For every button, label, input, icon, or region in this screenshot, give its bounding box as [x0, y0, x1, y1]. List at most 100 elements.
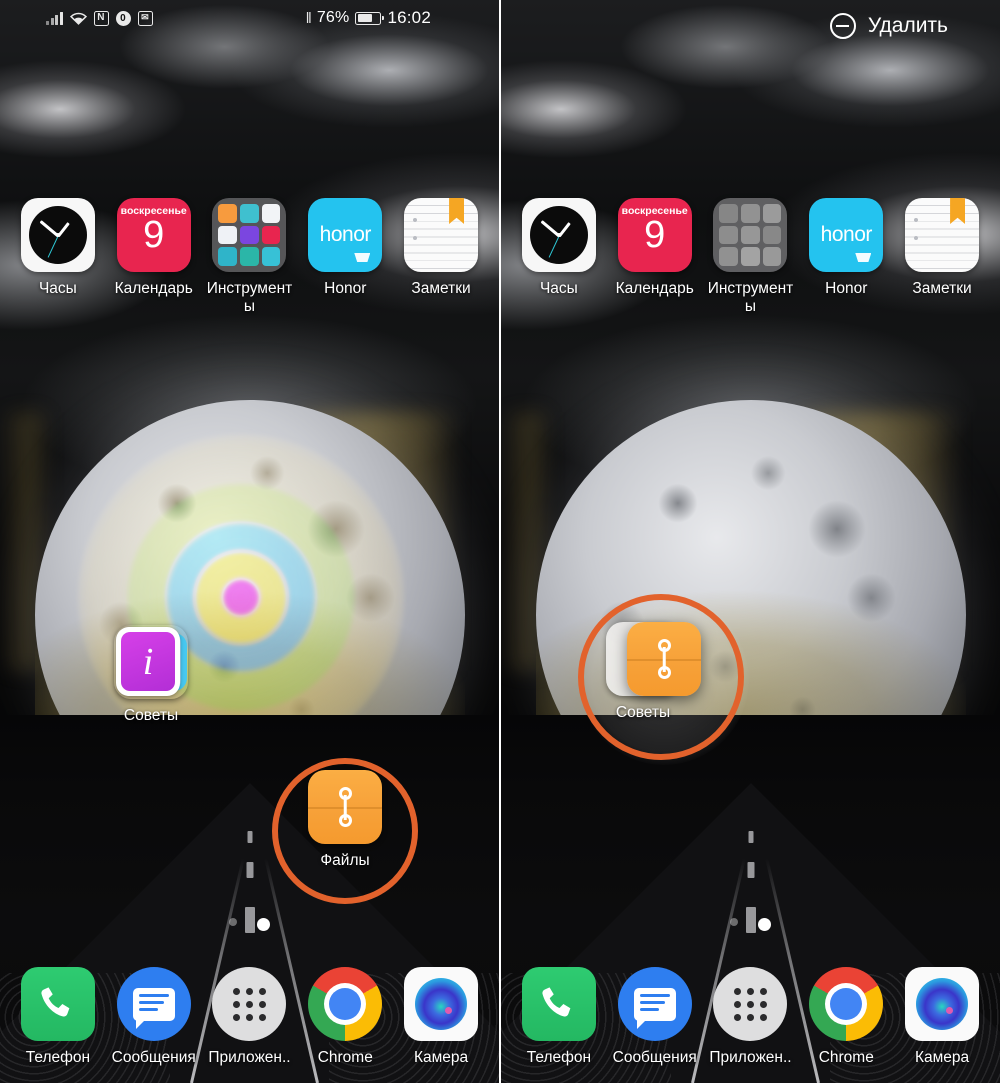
- page-dot[interactable]: [229, 918, 237, 926]
- app-notes[interactable]: Заметки: [398, 198, 484, 316]
- dock-app-drawer[interactable]: Приложен..: [707, 967, 793, 1067]
- app-tips[interactable]: i Советы: [108, 625, 194, 725]
- app-label: Камера: [914, 1049, 970, 1066]
- app-label: Приложен..: [208, 1049, 291, 1066]
- app-label: Календарь: [114, 280, 193, 297]
- notes-icon: [905, 198, 980, 272]
- folder-mini-icon: [240, 204, 259, 223]
- dock-app-phone[interactable]: Телефон: [516, 967, 602, 1067]
- security-icon: 0: [115, 10, 131, 26]
- home-app-row-right: Часы воскресенье 9 Календарь Инструменты…: [501, 198, 1000, 316]
- page-dot-active[interactable]: [257, 918, 270, 931]
- dock-app-messages[interactable]: Сообщения: [111, 967, 197, 1067]
- remove-button-label[interactable]: Удалить: [868, 14, 948, 38]
- folder-mini-icon: [240, 247, 259, 266]
- honor-icon: honor: [308, 198, 383, 272]
- app-label: Часы: [539, 280, 578, 297]
- tips-icon: i: [114, 625, 188, 699]
- calendar-icon: воскресенье 9: [116, 198, 191, 272]
- camera-icon: [404, 967, 479, 1041]
- dragged-files-icon-wrap[interactable]: [621, 622, 707, 696]
- dock-app-phone[interactable]: Телефон: [15, 967, 101, 1067]
- phone-icon: [521, 967, 596, 1041]
- app-label: Honor: [825, 280, 868, 297]
- app-label: Заметки: [411, 280, 471, 297]
- calendar-day-number: 9: [644, 214, 666, 256]
- folder-mini-icon: [719, 247, 739, 266]
- honor-icon: honor: [809, 198, 884, 272]
- page-dot[interactable]: [730, 918, 738, 926]
- app-honor[interactable]: honor Honor: [302, 198, 388, 316]
- edit-mode-header: Удалить: [501, 0, 1000, 52]
- cart-glyph-icon: [855, 253, 872, 262]
- app-files[interactable]: Файлы: [302, 770, 388, 870]
- dock-app-messages[interactable]: Сообщения: [612, 967, 698, 1067]
- dock-app-camera[interactable]: Камера: [899, 967, 985, 1067]
- app-label: Chrome: [818, 1049, 874, 1066]
- app-clock[interactable]: Часы: [15, 198, 101, 316]
- dual-screenshot-comparison: N 0 ✉ ‖ 76% 16:02 Часы воскресенье 9 Кал…: [0, 0, 1000, 1083]
- folder-mini-icon: [719, 204, 739, 223]
- battery-icon: [355, 11, 385, 25]
- app-honor[interactable]: honor Honor: [803, 198, 889, 316]
- dock-app-drawer[interactable]: Приложен..: [206, 967, 292, 1067]
- folder-icon: [713, 198, 788, 272]
- folder-mini-icon: [218, 247, 238, 266]
- cart-glyph-icon: [354, 253, 371, 262]
- minus-circle-icon[interactable]: [829, 13, 856, 39]
- messages-icon: [617, 967, 692, 1041]
- folder-mini-grid: [719, 204, 782, 266]
- files-icon: [627, 622, 701, 696]
- tips-glyph: i: [142, 640, 154, 683]
- app-calendar[interactable]: воскресенье 9 Календарь: [612, 198, 698, 316]
- calendar-day-number: 9: [143, 214, 165, 256]
- app-label: Приложен..: [709, 1049, 792, 1066]
- folder-mini-icon: [762, 204, 782, 223]
- app-label: Сообщения: [612, 1049, 697, 1066]
- folder-mini-icon: [741, 225, 760, 245]
- app-folder-tools[interactable]: Инструменты: [707, 198, 793, 316]
- folder-mini-icon: [240, 225, 259, 245]
- dock-right: Телефон Сообщения Приложен.. Chrome Каме…: [501, 967, 1000, 1067]
- app-folder-tools[interactable]: Инструменты: [206, 198, 292, 316]
- folder-mini-icon: [719, 225, 739, 245]
- battery-percent: 76%: [316, 9, 350, 26]
- app-label: Инструменты: [707, 280, 794, 315]
- status-clock: 16:02: [387, 8, 431, 27]
- app-label: Советы: [123, 707, 179, 724]
- app-calendar[interactable]: воскресенье 9 Календарь: [111, 198, 197, 316]
- page-indicator-left: [0, 918, 499, 931]
- app-label: Honor: [324, 280, 367, 297]
- app-label: Сообщения: [111, 1049, 196, 1066]
- status-bar-left: N 0 ✉ ‖ 76% 16:02: [0, 0, 499, 36]
- road-dash: [246, 862, 253, 878]
- app-label: Камера: [413, 1049, 469, 1066]
- dock-app-chrome[interactable]: Chrome: [302, 967, 388, 1067]
- folder-mini-icon: [261, 204, 281, 223]
- clock-icon: [20, 198, 95, 272]
- road-dash: [247, 831, 252, 843]
- folder-mini-icon: [762, 247, 782, 266]
- app-notes[interactable]: Заметки: [899, 198, 985, 316]
- page-indicator-right: [501, 918, 1000, 931]
- app-label: Инструменты: [206, 280, 293, 315]
- dock-app-camera[interactable]: Камера: [398, 967, 484, 1067]
- vibrate-icon: ‖: [305, 9, 312, 27]
- app-clock[interactable]: Часы: [516, 198, 602, 316]
- folder-icon: [212, 198, 287, 272]
- app-label: Часы: [38, 280, 77, 297]
- folder-mini-icon: [218, 204, 238, 223]
- page-dot-active[interactable]: [758, 918, 771, 931]
- messages-icon: [116, 967, 191, 1041]
- calendar-icon: воскресенье 9: [617, 198, 692, 272]
- dock-app-chrome[interactable]: Chrome: [803, 967, 889, 1067]
- files-icon: [308, 770, 382, 844]
- app-label: Телефон: [25, 1049, 91, 1066]
- panel-divider: [499, 0, 501, 1083]
- mail-icon: ✉: [137, 10, 153, 26]
- folder-mini-icon: [741, 247, 760, 266]
- app-drawer-icon: [212, 967, 287, 1041]
- phone-icon: [20, 967, 95, 1041]
- folder-mini-icon: [261, 247, 281, 266]
- app-label: Календарь: [615, 280, 694, 297]
